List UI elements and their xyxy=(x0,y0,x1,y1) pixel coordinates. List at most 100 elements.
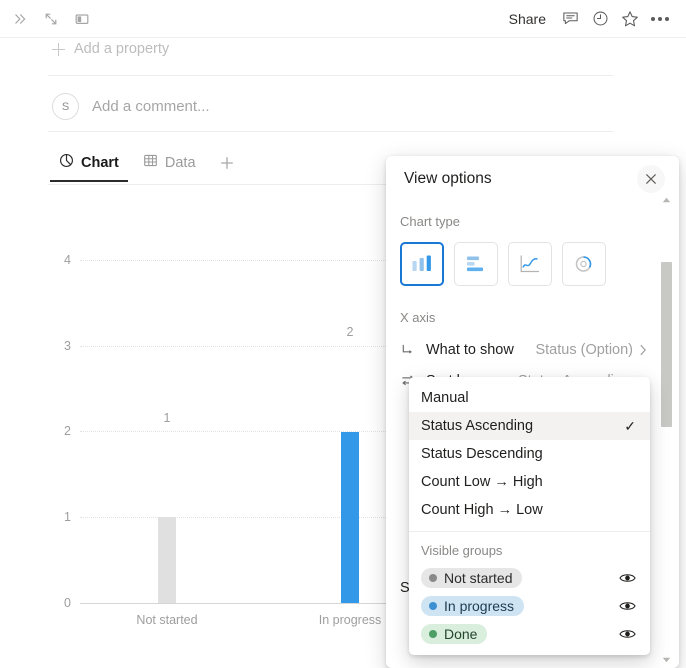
donut-chart-icon xyxy=(575,256,592,272)
scroll-down-glyph xyxy=(662,657,671,663)
dropdown-item-count-high-low[interactable]: Count High → Low xyxy=(409,496,650,524)
dropdown-item-manual-label: Manual xyxy=(421,390,469,406)
panel-toggle-icon[interactable] xyxy=(68,5,96,33)
checkmark-icon: ✓ xyxy=(624,417,636,434)
add-comment-row[interactable]: S Add a comment... xyxy=(52,93,210,120)
add-tab-button[interactable] xyxy=(211,149,243,181)
comments-icon[interactable] xyxy=(556,5,584,33)
status-dot-done xyxy=(429,630,437,638)
dropdown-item-status-ascending-label: Status Ascending xyxy=(421,418,534,434)
favorite-star-icon[interactable] xyxy=(616,5,644,33)
collapse-arrows-icon[interactable] xyxy=(37,5,65,33)
favorite-star-glyph xyxy=(622,10,638,26)
bar-not-started[interactable] xyxy=(158,517,176,603)
tab-chart[interactable]: Chart xyxy=(50,147,128,182)
bar-value-not-started: 1 xyxy=(163,411,171,425)
pie-chart-glyph xyxy=(60,154,73,167)
dropdown-item-status-ascending[interactable]: Status Ascending ✓ xyxy=(409,412,650,440)
group-pill-in-progress: In progress xyxy=(421,596,525,616)
add-comment-placeholder: Add a comment... xyxy=(92,98,210,115)
visible-group-not-started[interactable]: Not started xyxy=(409,564,650,592)
comments-glyph xyxy=(562,12,578,25)
dropdown-item-status-descending[interactable]: Status Descending xyxy=(409,440,650,468)
group-pill-not-started: Not started xyxy=(421,568,523,588)
panel-scrollbar[interactable] xyxy=(659,192,674,668)
what-to-show-label: What to show xyxy=(426,341,514,358)
scroll-thumb[interactable] xyxy=(661,262,672,427)
bar-in-progress[interactable] xyxy=(341,431,359,603)
history-clock-icon[interactable] xyxy=(586,5,614,33)
line-chart-type-button[interactable] xyxy=(508,242,552,286)
expand-sidebar-glyph xyxy=(15,13,26,24)
x-label-in-progress: In progress xyxy=(318,613,382,627)
history-clock-glyph xyxy=(593,11,607,26)
eye-glyph xyxy=(619,630,636,638)
add-property-label: Add a property xyxy=(74,41,170,57)
chart-type-label: Chart type xyxy=(400,214,460,229)
tab-data[interactable]: Data xyxy=(134,147,205,182)
more-options-icon[interactable] xyxy=(646,5,674,33)
top-command-bar: Share xyxy=(0,0,686,38)
x-label-not-started: Not started xyxy=(136,613,198,627)
eye-glyph xyxy=(619,602,636,610)
what-to-show-row[interactable]: What to show Status (Option) xyxy=(400,334,661,365)
group-pill-done: Done xyxy=(421,624,488,644)
visible-group-done[interactable]: Done xyxy=(409,620,650,648)
eye-glyph xyxy=(619,574,636,582)
subdirectory-arrow-glyph xyxy=(402,344,412,354)
table-icon xyxy=(143,153,158,172)
add-tab-plus-icon xyxy=(220,156,233,169)
group-label-done: Done xyxy=(444,626,478,642)
chart-type-options xyxy=(400,242,661,286)
x-axis-label: X axis xyxy=(400,310,436,325)
scroll-down-arrow[interactable] xyxy=(659,652,674,668)
bar-chart-icon xyxy=(467,256,483,272)
more-options-dots xyxy=(651,16,669,21)
visible-group-in-progress[interactable]: In progress xyxy=(409,592,650,620)
page-content: Add a property S Add a comment... Chart xyxy=(0,37,686,668)
dropdown-separator xyxy=(409,531,650,532)
visibility-eye-icon-in-progress[interactable] xyxy=(619,600,636,612)
donut-chart-type-button[interactable] xyxy=(562,242,606,286)
chevron-right-icon xyxy=(640,344,647,355)
visibility-eye-icon-done[interactable] xyxy=(619,628,636,640)
group-label-not-started: Not started xyxy=(444,570,513,586)
sort-by-dropdown: Manual Status Ascending ✓ Status Descend… xyxy=(409,377,650,655)
collapse-arrows-glyph xyxy=(45,13,57,24)
status-dot-not-started xyxy=(429,574,437,582)
column-chart-icon xyxy=(412,255,431,271)
expand-sidebar-icon[interactable] xyxy=(6,5,34,33)
dropdown-item-count-low-high[interactable]: Count Low → High xyxy=(409,468,650,496)
status-dot-in-progress xyxy=(429,602,437,610)
tab-chart-label: Chart xyxy=(81,154,119,171)
dropdown-item-count-high-low-label: Count High → Low xyxy=(421,502,543,518)
panel-toggle-glyph xyxy=(75,13,89,24)
line-chart-icon xyxy=(520,255,539,273)
scroll-up-glyph xyxy=(662,197,671,203)
column-chart-type-button[interactable] xyxy=(400,242,444,286)
bar-value-in-progress: 2 xyxy=(346,325,354,339)
visibility-eye-icon-not-started[interactable] xyxy=(619,572,636,584)
avatar: S xyxy=(52,93,79,120)
tab-data-label: Data xyxy=(164,154,196,171)
dropdown-item-manual[interactable]: Manual xyxy=(409,384,650,412)
topbar-right-group: Share xyxy=(501,5,686,33)
visible-groups-label: Visible groups xyxy=(421,543,503,558)
close-icon[interactable] xyxy=(637,165,665,193)
add-property-button[interactable]: Add a property xyxy=(52,41,169,57)
avatar-initial: S xyxy=(61,100,70,113)
what-to-show-value-group: Status (Option) xyxy=(535,342,647,358)
topbar-left-group xyxy=(0,5,96,33)
close-glyph xyxy=(645,173,657,185)
panel-header: View options xyxy=(386,156,679,202)
share-label: Share xyxy=(508,10,546,27)
share-button[interactable]: Share xyxy=(501,5,554,33)
view-tabs: Chart Data xyxy=(50,147,243,182)
bar-chart-type-button[interactable] xyxy=(454,242,498,286)
dropdown-item-count-low-high-label: Count Low → High xyxy=(421,474,543,490)
what-to-show-value: Status (Option) xyxy=(535,341,633,358)
pie-chart-icon xyxy=(59,153,74,172)
scroll-up-arrow[interactable] xyxy=(659,192,674,208)
divider-bottom xyxy=(48,131,613,132)
add-property-plus-icon xyxy=(52,42,65,56)
